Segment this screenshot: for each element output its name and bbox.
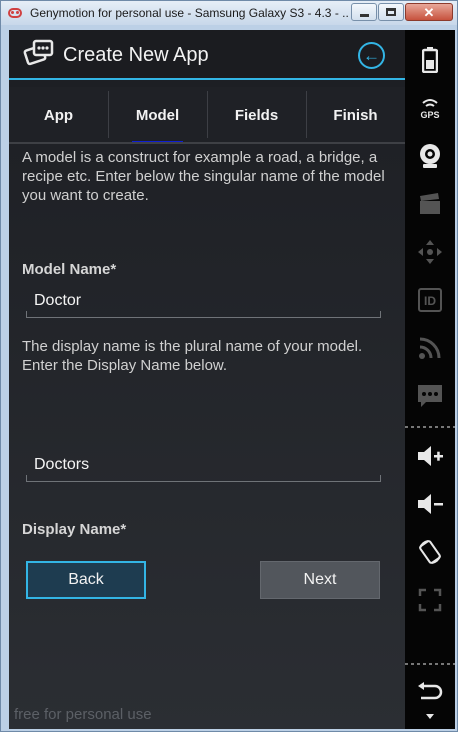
- display-name-value: Doctors: [34, 456, 90, 473]
- gps-icon[interactable]: GPS: [414, 92, 446, 124]
- tab-fields[interactable]: Fields: [207, 87, 306, 143]
- window-titlebar[interactable]: Genymotion for personal use - Samsung Ga…: [1, 1, 457, 25]
- display-name-description: The display name is the plural name of y…: [22, 338, 363, 374]
- emulator-window: Genymotion for personal use - Samsung Ga…: [0, 0, 458, 732]
- close-button[interactable]: ✕: [405, 3, 453, 21]
- close-icon: ✕: [423, 4, 435, 20]
- model-name-input[interactable]: Doctor: [26, 284, 381, 318]
- sms-icon: [414, 380, 446, 412]
- android-screen: Create New App ← App Model Fields Finish…: [9, 30, 405, 729]
- emulator-toolbar: GPS ID: [405, 30, 455, 729]
- app-logo-icon: [23, 39, 54, 66]
- clapperboard-icon: [414, 188, 446, 220]
- wizard-tabs: App Model Fields Finish: [9, 87, 405, 145]
- fullscreen-icon: [414, 584, 446, 616]
- genymotion-logo-icon: [8, 8, 22, 18]
- tab-finish[interactable]: Finish: [306, 87, 405, 143]
- page-title: Create New App: [63, 44, 209, 66]
- rotate-icon[interactable]: [414, 536, 446, 568]
- maximize-button[interactable]: [378, 3, 404, 21]
- tab-app[interactable]: App: [9, 87, 108, 143]
- webcam-icon[interactable]: [414, 140, 446, 172]
- dpad-icon: [414, 236, 446, 268]
- toolbar-separator: [405, 663, 455, 665]
- window-title: Genymotion for personal use - Samsung Ga…: [30, 6, 348, 20]
- model-name-label: Model Name*: [22, 261, 117, 278]
- minimize-button[interactable]: [351, 3, 377, 21]
- action-bar-divider: [9, 78, 405, 80]
- model-form: A model is a construct for example a roa…: [9, 144, 405, 729]
- model-description: A model is a construct for example a roa…: [22, 149, 385, 204]
- model-name-value: Doctor: [34, 292, 82, 309]
- action-bar: Create New App ←: [9, 30, 405, 78]
- display-name-label: Display Name*: [22, 521, 127, 538]
- next-button[interactable]: Next: [260, 561, 380, 599]
- maximize-icon: [386, 8, 396, 16]
- volume-down-icon[interactable]: [414, 488, 446, 520]
- rss-icon: [414, 332, 446, 364]
- volume-up-icon[interactable]: [414, 440, 446, 472]
- back-button[interactable]: Back: [26, 561, 146, 599]
- display-name-input[interactable]: Doctors: [26, 448, 381, 482]
- id-label: ID: [424, 294, 436, 308]
- menu-caret-icon[interactable]: [414, 706, 446, 726]
- minimize-icon: [359, 13, 369, 17]
- toolbar-separator: [405, 426, 455, 428]
- battery-icon[interactable]: [414, 44, 446, 76]
- back-arrow-icon[interactable]: ←: [358, 42, 385, 69]
- gps-label: GPS: [420, 110, 439, 120]
- personal-use-watermark: free for personal use: [14, 706, 152, 723]
- id-icon: ID: [414, 284, 446, 316]
- tab-model[interactable]: Model: [108, 87, 207, 145]
- back-arrow-icon[interactable]: [414, 676, 446, 708]
